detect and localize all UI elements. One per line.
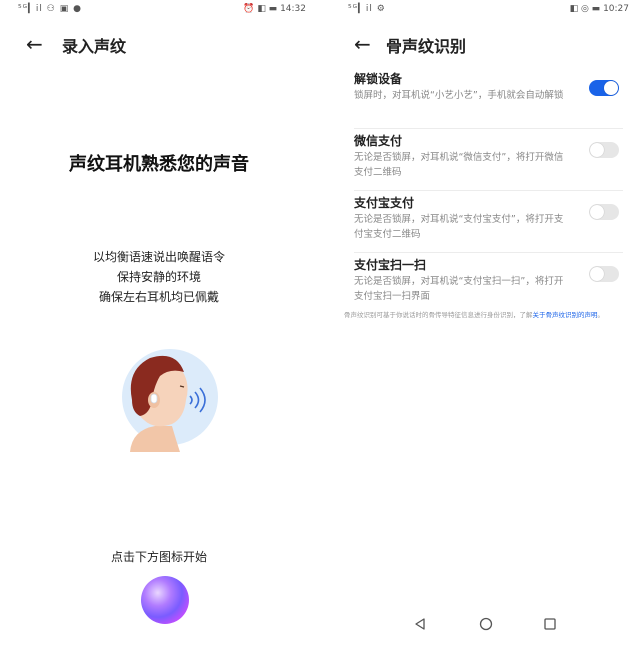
setting-unlock-device[interactable]: 解锁设备 锁屏时，对耳机说“小艺小艺”，手机就会自动解锁 [322, 70, 641, 134]
toggle-knob [604, 81, 618, 95]
status-time: 10:27 [603, 4, 629, 14]
footnote-text: 骨声纹识别可基于你说话时的骨传导特征信息进行身份识别，了解 [344, 311, 533, 319]
enroll-voiceprint-screen: ⁵ᴳ▎il ⚇ ▣ ● ⏰ ◧ ▬ 14:32 ← 录入声纹 声纹耳机熟悉您的声… [0, 0, 318, 654]
alipay-scan-toggle[interactable] [589, 266, 619, 282]
app-header: ← 录入声纹 [0, 30, 318, 60]
instruction-line-1: 以均衡语速说出唤醒语令 [92, 250, 225, 264]
status-left-icons: ⁵ᴳ▎il ⚙ [348, 4, 386, 14]
setting-description: 无论是否锁屏，对耳机说“支付宝扫一扫”，将打开支付宝扫一扫界面 [354, 276, 564, 302]
toggle-knob [590, 205, 604, 219]
toggle-knob [590, 143, 604, 157]
nav-recents-icon[interactable] [538, 612, 562, 636]
back-arrow-icon[interactable]: ← [26, 30, 43, 58]
instruction-line-2: 保持安静的环境 [116, 270, 201, 284]
setting-description: 无论是否锁屏，对耳机说“微信支付”，将打开微信支付二维码 [354, 152, 564, 178]
status-right-icons: ◧ ◎ ▬ [569, 4, 601, 14]
status-bar: ⁵ᴳ▎il ⚇ ▣ ● ⏰ ◧ ▬ 14:32 [0, 4, 318, 18]
voice-start-orb-icon[interactable] [141, 576, 189, 624]
instruction-line-3: 确保左右耳机均已佩戴 [98, 290, 219, 304]
app-header: ← 骨声纹识别 [322, 30, 641, 60]
nav-home-icon[interactable] [474, 612, 498, 636]
status-time: 14:32 [280, 4, 306, 14]
setting-wechat-pay[interactable]: 微信支付 无论是否锁屏，对耳机说“微信支付”，将打开微信支付二维码 [322, 132, 641, 196]
setting-description: 无论是否锁屏，对耳机说“支付宝支付”，将打开支付宝支付二维码 [354, 214, 564, 240]
setting-title: 支付宝扫一扫 [354, 258, 427, 272]
back-arrow-icon[interactable]: ← [354, 30, 371, 58]
setting-title: 解锁设备 [354, 72, 403, 86]
alipay-pay-toggle[interactable] [589, 204, 619, 220]
footnote: 骨声纹识别可基于你说话时的骨传导特征信息进行身份识别，了解关于骨声纹识别的声明。 [344, 311, 623, 320]
footnote-end: 。 [597, 311, 605, 319]
wechat-pay-toggle[interactable] [589, 142, 619, 158]
status-left-icons: ⁵ᴳ▎il ⚇ ▣ ● [18, 4, 82, 14]
start-hint: 点击下方图标开始 [110, 550, 207, 564]
setting-title: 微信支付 [354, 134, 403, 148]
divider [354, 128, 623, 129]
voiceprint-statement-link[interactable]: 关于骨声纹识别的声明 [533, 311, 598, 319]
page-title: 录入声纹 [62, 37, 127, 56]
setting-alipay-pay[interactable]: 支付宝支付 无论是否锁屏，对耳机说“支付宝支付”，将打开支付宝支付二维码 [322, 194, 641, 258]
toggle-knob [590, 267, 604, 281]
page-title: 骨声纹识别 [386, 37, 467, 56]
speaking-person-illustration [122, 349, 218, 452]
system-nav-bar [322, 612, 641, 636]
nav-back-icon[interactable] [408, 612, 432, 636]
setting-title: 支付宝支付 [354, 196, 415, 210]
bone-voiceprint-settings-screen: ⁵ᴳ▎il ⚙ ◧ ◎ ▬ 10:27 ← 骨声纹识别 解锁设备 锁屏时，对耳机… [322, 0, 641, 654]
unlock-device-toggle[interactable] [589, 80, 619, 96]
divider [354, 190, 623, 191]
status-bar: ⁵ᴳ▎il ⚙ ◧ ◎ ▬ 10:27 [322, 4, 641, 18]
setting-description: 锁屏时，对耳机说“小艺小艺”，手机就会自动解锁 [354, 90, 564, 101]
status-right-icons: ⏰ ◧ ▬ [243, 4, 278, 14]
headline: 声纹耳机熟悉您的声音 [69, 154, 249, 175]
divider [354, 252, 623, 253]
